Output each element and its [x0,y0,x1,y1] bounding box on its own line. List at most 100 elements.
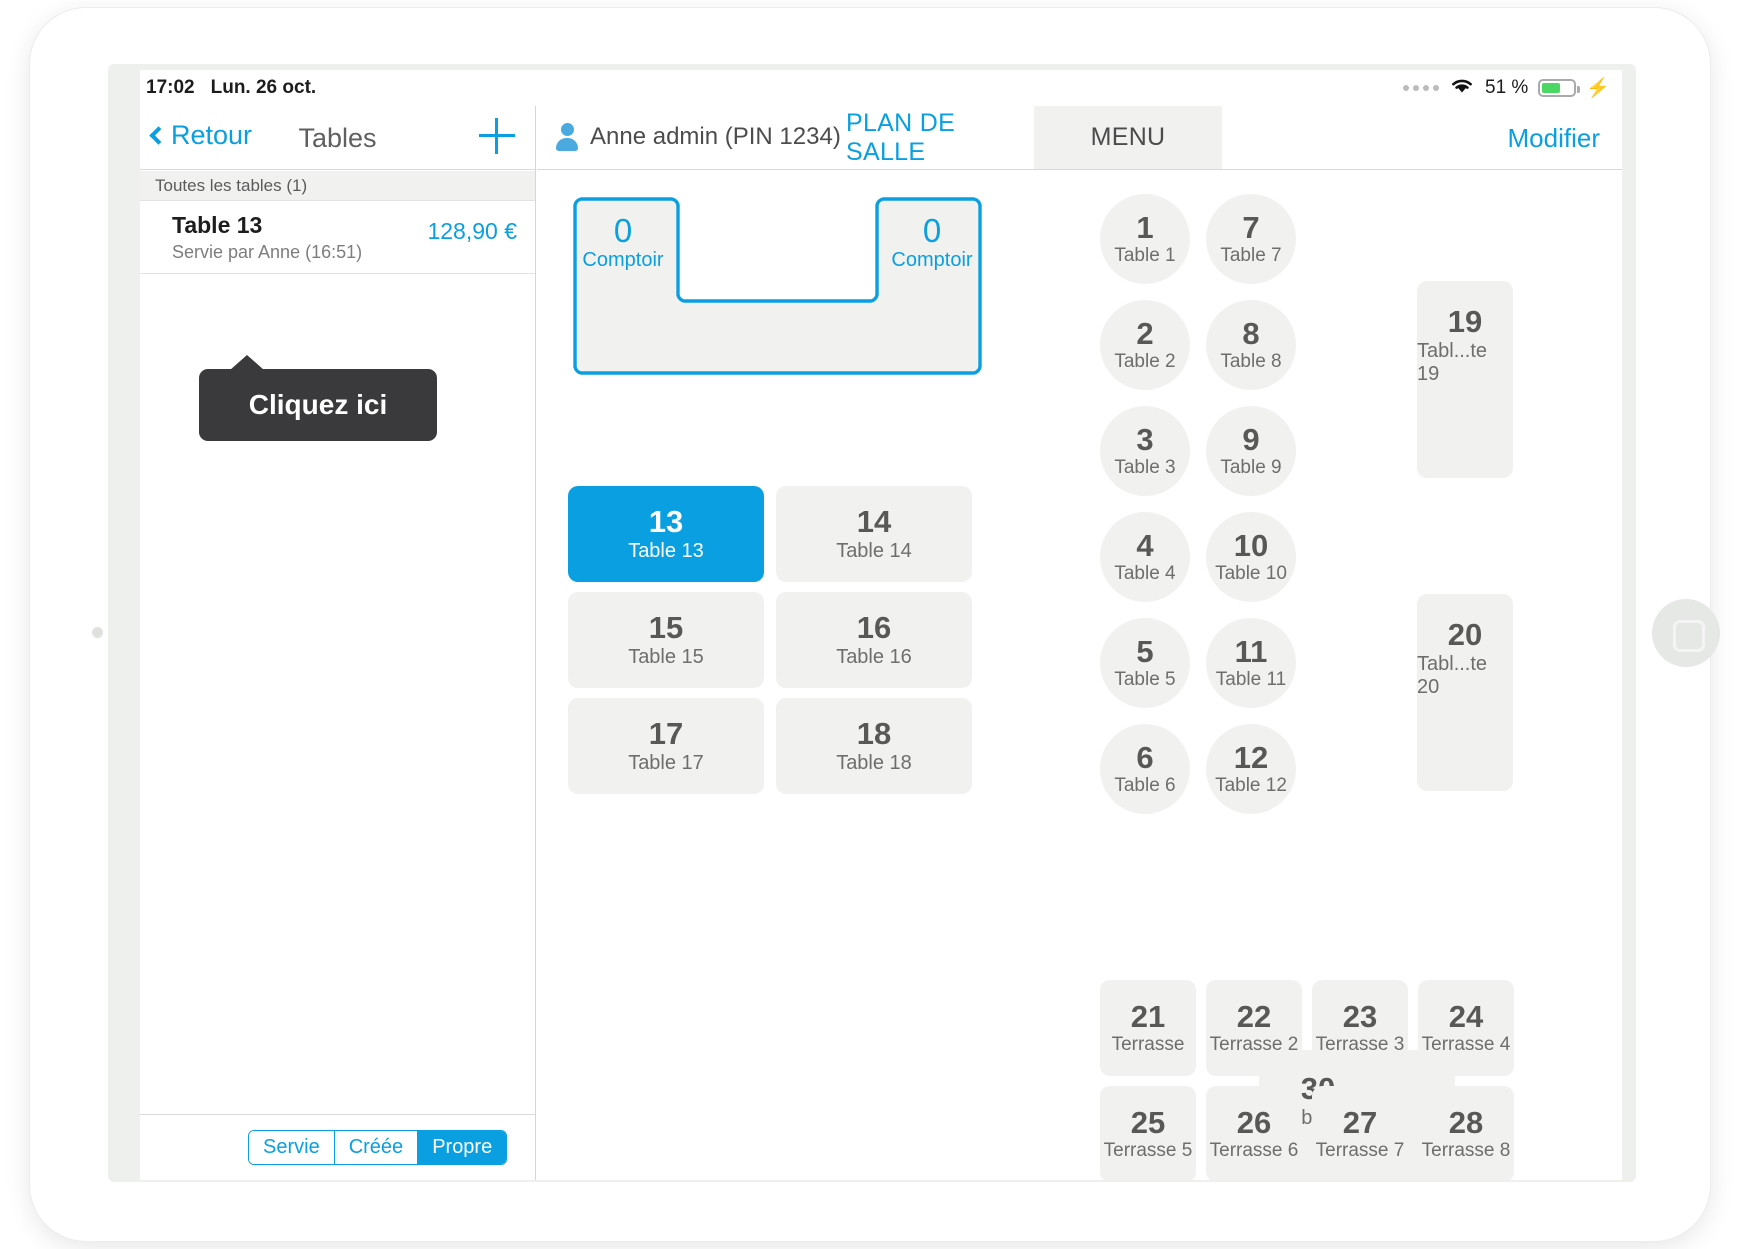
battery-percent-label: 51 % [1485,77,1529,98]
table-2[interactable]: 2 Table 2 [1100,300,1190,390]
lightning-bolt-icon: ⚡ [1586,77,1610,99]
table-number: 23 [1342,998,1378,1034]
table-number: 14 [856,504,892,540]
table-label: Terrasse 5 [1103,1140,1193,1162]
table-label: Table 11 [1215,669,1287,691]
table-number: 9 [1242,421,1260,457]
floorplan-navbar: Anne admin (PIN 1234) PLAN DE SALLE MENU… [537,106,1622,170]
status-bar-right: 51 % ⚡ [1403,75,1610,101]
table-20[interactable]: 20 Tabl...te 20 [1417,594,1513,791]
list-section-header: Toutes les tables (1) [140,171,535,201]
list-item[interactable]: Table 13 Servie par Anne (16:51) 128,90 … [140,202,535,274]
table-23[interactable]: 23 Terrasse 3 [1312,980,1408,1076]
table-number: 18 [856,716,892,752]
status-bar: 17:02 Lun. 26 oct. 51 % ⚡ [140,70,1622,106]
table-number: 7 [1242,209,1260,245]
table-label: Table 3 [1114,457,1176,479]
table-26[interactable]: 26 Terrasse 6 [1206,1086,1302,1180]
table-10[interactable]: 10 Table 10 [1206,512,1296,602]
click-here-tooltip: Cliquez ici [199,355,437,441]
tooltip-label: Cliquez ici [248,389,388,420]
table-9[interactable]: 9 Table 9 [1206,406,1296,496]
table-number: 28 [1448,1104,1484,1140]
tab-plan-de-salle[interactable]: PLAN DE SALLE [846,106,1034,169]
table-16[interactable]: 16 Table 16 [776,592,972,688]
table-label: Table 6 [1114,775,1176,797]
modify-button[interactable]: Modifier [1508,123,1600,154]
table-number: 26 [1236,1104,1272,1140]
status-filter-segmented-control[interactable]: Servie Créée Propre [248,1130,508,1165]
table-label: Table 13 [628,539,704,562]
table-label: Table 4 [1114,563,1176,585]
table-number: 5 [1136,633,1154,669]
table-28[interactable]: 28 Terrasse 8 [1418,1086,1514,1180]
table-number: 10 [1233,527,1269,563]
filter-creee[interactable]: Créée [334,1131,419,1164]
table-label: Table 12 [1215,775,1287,797]
table-13[interactable]: 13 Table 13 [568,486,764,582]
table-label: Terrasse 4 [1421,1034,1511,1056]
table-17[interactable]: 17 Table 17 [568,698,764,794]
tab-menu[interactable]: MENU [1034,106,1222,169]
table-4[interactable]: 4 Table 4 [1100,512,1190,602]
list-item-subtitle: Servie par Anne (16:51) [172,242,363,262]
table-number: 20 [1447,617,1483,652]
table-11[interactable]: 11 Table 11 [1206,618,1296,708]
table-label: Tabl...te 19 [1417,339,1488,385]
table-label: Table 8 [1220,351,1282,373]
back-button[interactable]: Retour [148,120,252,151]
counter-shape[interactable]: 0 Comptoir 0 Comptoir [568,187,987,385]
table-1[interactable]: 1 Table 1 [1100,194,1190,284]
status-time: 17:02 [146,77,195,98]
filter-servie[interactable]: Servie [249,1131,335,1164]
sidebar-navbar: Tables Retour [140,106,535,170]
counter-left-label: 0 Comptoir [568,212,678,272]
chevron-left-icon [149,126,168,145]
table-number: 25 [1130,1104,1166,1140]
table-27[interactable]: 27 Terrasse 7 [1312,1086,1408,1180]
table-25[interactable]: 25 Terrasse 5 [1100,1086,1196,1180]
counter-right-count: 0 [922,212,942,249]
table-number: 11 [1234,633,1268,669]
table-15[interactable]: 15 Table 15 [568,592,764,688]
table-label: Table 14 [836,539,912,562]
table-21[interactable]: 21 Terrasse [1100,980,1196,1076]
table-3[interactable]: 3 Table 3 [1100,406,1190,496]
table-label: Table 16 [836,645,912,668]
filter-propre[interactable]: Propre [418,1131,507,1164]
table-number: 3 [1136,421,1154,457]
add-table-button[interactable] [479,118,515,154]
table-number: 12 [1233,739,1269,775]
table-label: Table 17 [628,751,704,774]
table-14[interactable]: 14 Table 14 [776,486,972,582]
table-6[interactable]: 6 Table 6 [1100,724,1190,814]
current-user[interactable]: Anne admin (PIN 1234) [555,123,841,151]
table-label: Terrasse 8 [1421,1140,1511,1162]
table-8[interactable]: 8 Table 8 [1206,300,1296,390]
table-number: 19 [1447,304,1483,339]
table-label: Terrasse [1111,1034,1185,1056]
table-number: 13 [648,504,684,540]
table-24[interactable]: 24 Terrasse 4 [1418,980,1514,1076]
table-number: 1 [1136,209,1154,245]
table-number: 15 [648,610,684,646]
counter-right-label: 0 Comptoir [877,212,987,272]
table-label: Terrasse 7 [1315,1140,1405,1162]
status-bar-left: 17:02 Lun. 26 oct. [146,77,316,99]
table-label: Table 18 [836,751,912,774]
sidebar-toolbar: Servie Créée Propre [140,1114,679,1180]
counter-left-name: Comptoir [582,248,664,271]
table-number: 4 [1136,527,1154,563]
table-list: Table 13 Servie par Anne (16:51) 128,90 … [140,202,535,274]
table-18[interactable]: 18 Table 18 [776,698,972,794]
table-number: 22 [1236,998,1272,1034]
table-22[interactable]: 22 Terrasse 2 [1206,980,1302,1076]
table-7[interactable]: 7 Table 7 [1206,194,1296,284]
table-19[interactable]: 19 Tabl...te 19 [1417,281,1513,478]
counter-left-count: 0 [613,212,633,249]
table-5[interactable]: 5 Table 5 [1100,618,1190,708]
home-button[interactable] [1652,599,1720,667]
table-12[interactable]: 12 Table 12 [1206,724,1296,814]
floorplan-canvas: 0 Comptoir 0 Comptoir 13 Table 13 14 Tab… [537,170,1622,1180]
table-number: 24 [1448,998,1484,1034]
